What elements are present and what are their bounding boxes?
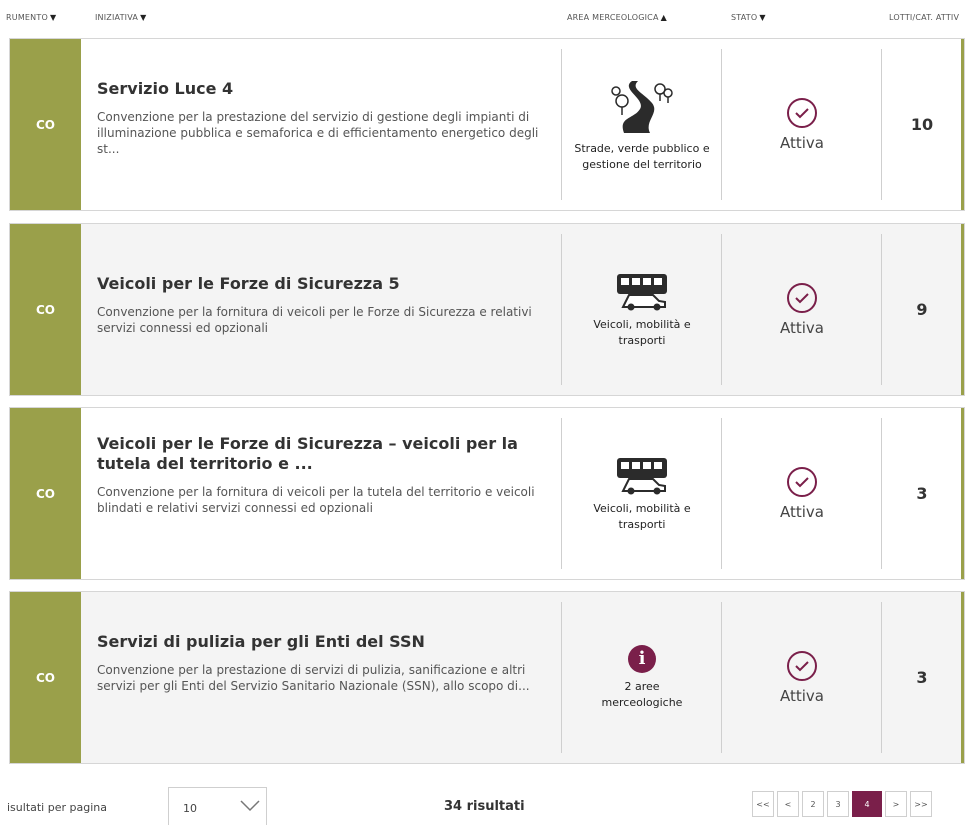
area-label: Veicoli, mobilità e trasporti — [593, 501, 691, 531]
iniziativa-desc: Convenzione per la fornitura di veicoli … — [97, 485, 535, 515]
column-label: STATO — [731, 13, 758, 22]
current-page-button[interactable]: 4 — [852, 791, 882, 817]
row-accent-bar — [961, 592, 964, 763]
iniziativa-title[interactable]: Servizi di pulizia per gli Enti del SSN — [97, 632, 547, 652]
stato-cell: Attiva — [722, 408, 882, 579]
check-circle-icon — [787, 466, 817, 497]
tipo-strip: CO — [10, 592, 81, 763]
sort-asc-icon: ▲ — [660, 13, 668, 22]
area-merceologica-cell[interactable]: i 2 aree merceologiche — [562, 592, 722, 763]
column-header-strumento[interactable]: RUMENTO ▼ — [6, 13, 56, 22]
info-icon[interactable]: i — [628, 644, 656, 673]
sort-desc-icon: ▼ — [49, 13, 57, 22]
prev-page-button[interactable]: < — [777, 791, 799, 817]
road-trees-icon — [611, 80, 673, 133]
results-count: 34 risultati — [444, 799, 525, 814]
lotti-count: 3 — [916, 668, 928, 687]
iniziativa-title[interactable]: Veicoli per le Forze di Sicurezza – veic… — [97, 434, 547, 474]
check-circle-icon — [787, 97, 817, 128]
column-header-area-merceologica[interactable]: AREA MERCEOLOGICA ▲ — [567, 13, 667, 22]
iniziativa-cell: Veicoli per le Forze di Sicurezza – veic… — [97, 434, 547, 516]
column-header-lotti[interactable]: LOTTI/CAT. ATTIV — [889, 13, 959, 22]
area-label: Strade, verde pubblico e gestione del te… — [574, 141, 710, 171]
table-row[interactable]: CO Servizio Luce 4 Convenzione per la pr… — [9, 38, 965, 211]
table-row[interactable]: CO Servizi di pulizia per gli Enti del S… — [9, 591, 965, 764]
iniziativa-title[interactable]: Servizio Luce 4 — [97, 79, 547, 99]
column-label: LOTTI/CAT. ATTIV — [889, 13, 960, 22]
tipo-strip: CO — [10, 39, 81, 210]
lotti-count: 10 — [910, 115, 934, 134]
area-merceologica-cell: Veicoli, mobilità e trasporti — [562, 224, 722, 395]
column-label: RUMENTO — [6, 13, 48, 22]
pagination: << < 2 3 4 > >> — [752, 791, 932, 817]
column-label: INIZIATIVA — [95, 13, 139, 22]
stato-label: Attiva — [780, 318, 824, 337]
iniziativa-cell: Veicoli per le Forze di Sicurezza 5 Conv… — [97, 274, 547, 336]
page-button[interactable]: 2 — [802, 791, 824, 817]
stato-label: Attiva — [780, 502, 824, 521]
per-page-value: 10 — [183, 802, 197, 815]
tipo-label: CO — [35, 670, 55, 685]
table-row[interactable]: CO Veicoli per le Forze di Sicurezza – v… — [9, 407, 965, 580]
table-header: RUMENTO ▼ INIZIATIVA ▼ AREA MERCEOLOGICA ▲ … — [0, 0, 965, 36]
iniziativa-title[interactable]: Veicoli per le Forze di Sicurezza 5 — [97, 274, 547, 294]
row-accent-bar — [961, 408, 964, 579]
tipo-strip: CO — [10, 408, 81, 579]
bus-car-icon — [617, 457, 667, 494]
per-page-label: isultati per pagina — [7, 801, 107, 814]
lotti-count: 9 — [916, 300, 928, 319]
area-merceologica-cell: Strade, verde pubblico e gestione del te… — [562, 39, 722, 210]
iniziativa-desc: Convenzione per la prestazione del servi… — [97, 110, 539, 156]
column-header-iniziativa[interactable]: INIZIATIVA ▼ — [95, 13, 146, 22]
iniziativa-desc: Convenzione per la fornitura di veicoli … — [97, 305, 532, 335]
tipo-label: CO — [35, 302, 55, 317]
per-page-select[interactable]: 10 — [168, 787, 267, 825]
column-header-stato[interactable]: STATO ▼ — [731, 13, 766, 22]
sort-desc-icon: ▼ — [140, 13, 147, 22]
area-merceologica-cell: Veicoli, mobilità e trasporti — [562, 408, 722, 579]
next-page-button[interactable]: > — [885, 791, 907, 817]
stato-cell: Attiva — [722, 224, 882, 395]
lotti-count: 3 — [916, 484, 928, 503]
row-accent-bar — [961, 224, 964, 395]
iniziativa-cell: Servizio Luce 4 Convenzione per la prest… — [97, 79, 547, 157]
tipo-strip: CO — [10, 224, 81, 395]
iniziativa-desc: Convenzione per la prestazione di serviz… — [97, 663, 530, 693]
sort-desc-icon: ▼ — [759, 13, 766, 22]
tipo-label: CO — [35, 117, 55, 132]
check-circle-icon — [787, 282, 817, 313]
bus-car-icon — [617, 273, 667, 310]
last-page-button[interactable]: >> — [910, 791, 932, 817]
column-label: AREA MERCEOLOGICA — [567, 13, 659, 22]
area-label: 2 aree merceologiche — [601, 679, 683, 709]
area-label: Veicoli, mobilità e trasporti — [593, 317, 691, 347]
stato-cell: Attiva — [722, 592, 882, 763]
table-row[interactable]: CO Veicoli per le Forze di Sicurezza 5 C… — [9, 223, 965, 396]
stato-cell: Attiva — [722, 39, 882, 210]
table-footer: isultati per pagina 10 34 risultati << <… — [0, 783, 965, 825]
chevron-down-icon — [240, 800, 260, 812]
page-button[interactable]: 3 — [827, 791, 849, 817]
stato-label: Attiva — [780, 133, 824, 152]
stato-label: Attiva — [780, 686, 824, 705]
row-accent-bar — [961, 39, 964, 210]
iniziativa-cell: Servizi di pulizia per gli Enti del SSN … — [97, 632, 547, 694]
tipo-label: CO — [35, 486, 55, 501]
first-page-button[interactable]: << — [752, 791, 774, 817]
check-circle-icon — [787, 650, 817, 681]
